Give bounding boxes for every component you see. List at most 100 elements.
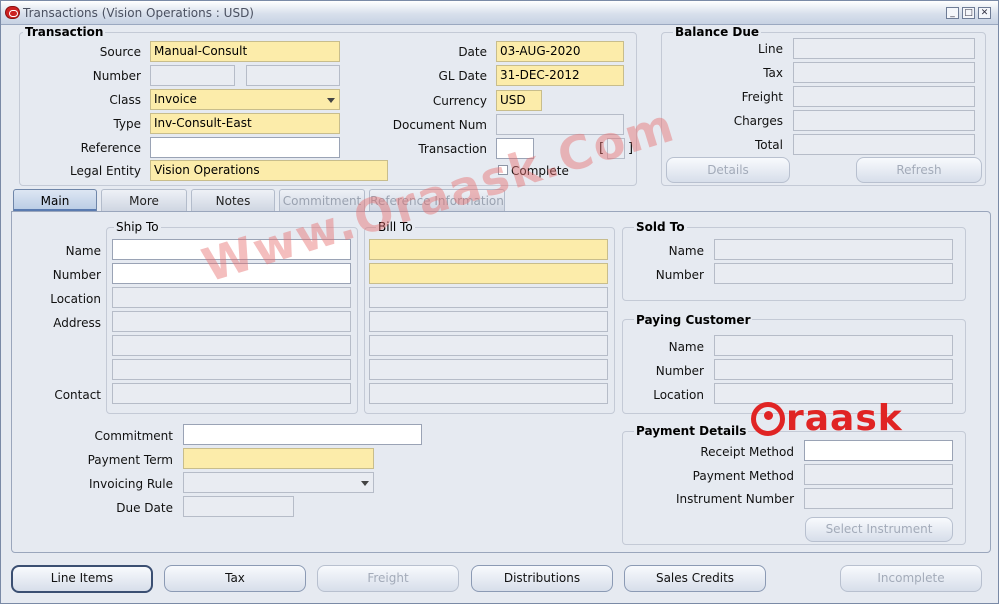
sold-to-number-label: Number: [655, 268, 704, 282]
invoicing-rule-label: Invoicing Rule: [88, 477, 173, 491]
chevron-down-icon[interactable]: [327, 98, 335, 103]
number-label: Number: [92, 69, 141, 83]
gl-date-label: GL Date: [438, 69, 487, 83]
transaction-section-title: Transaction: [23, 25, 106, 39]
transactions-window: Transactions (Vision Operations : USD) _…: [0, 0, 999, 604]
currency-label: Currency: [432, 94, 487, 108]
balance-line-label: Line: [757, 42, 783, 56]
line-items-button[interactable]: Line Items: [11, 565, 153, 593]
type-label: Type: [113, 117, 141, 131]
source-label: Source: [99, 45, 141, 59]
window-title: Transactions (Vision Operations : USD): [23, 6, 254, 20]
freight-button[interactable]: Freight: [317, 565, 459, 592]
number-extra-field[interactable]: [246, 65, 340, 86]
ship-to-number-label: Number: [52, 268, 101, 282]
select-instrument-button[interactable]: Select Instrument: [805, 517, 953, 542]
ship-to-address-label: Address: [53, 316, 101, 330]
ship-to-contact-label: Contact: [54, 388, 101, 402]
ship-to-address-line-3: [112, 359, 351, 380]
instrument-number-label: Instrument Number: [675, 492, 794, 506]
due-date-label: Due Date: [116, 501, 173, 515]
class-dropdown[interactable]: Invoice: [150, 89, 340, 110]
payment-method-label: Payment Method: [692, 469, 794, 483]
date-field[interactable]: 03-AUG-2020: [496, 41, 624, 62]
ship-to-address-line-2: [112, 335, 351, 356]
details-button[interactable]: Details: [666, 157, 790, 183]
paying-customer-number-field[interactable]: [714, 359, 953, 380]
source-field[interactable]: Manual-Consult: [150, 41, 340, 62]
refresh-button[interactable]: Refresh: [856, 157, 982, 183]
ship-to-location-field[interactable]: [112, 287, 351, 308]
incomplete-button[interactable]: Incomplete: [840, 565, 982, 592]
tab-notes[interactable]: Notes: [191, 189, 275, 211]
commitment-field[interactable]: [183, 424, 422, 445]
receipt-method-field[interactable]: [804, 440, 953, 461]
bill-to-name-field[interactable]: [369, 239, 608, 260]
bill-to-address-line-2: [369, 335, 608, 356]
distributions-button[interactable]: Distributions: [471, 565, 613, 592]
balance-due-section-title: Balance Due: [673, 25, 762, 39]
legal-entity-label: Legal Entity: [69, 164, 141, 178]
paying-customer-number-label: Number: [655, 364, 704, 378]
gl-date-field[interactable]: 31-DEC-2012: [496, 65, 624, 86]
class-label: Class: [109, 93, 141, 107]
type-field[interactable]: Inv-Consult-East: [150, 113, 340, 134]
reference-label: Reference: [80, 141, 141, 155]
instrument-number-field[interactable]: [804, 488, 953, 509]
balance-freight-field: [793, 86, 975, 107]
oracle-app-icon: [5, 6, 20, 19]
ship-to-title: Ship To: [114, 220, 161, 234]
chevron-down-icon[interactable]: [361, 481, 369, 486]
bill-to-number-field[interactable]: [369, 263, 608, 284]
due-date-field[interactable]: [183, 496, 294, 517]
bill-to-address-line-3: [369, 359, 608, 380]
balance-total-field: [793, 134, 975, 155]
minimize-icon[interactable]: _: [946, 7, 959, 19]
payment-details-title: Payment Details: [634, 424, 749, 438]
sales-credits-button[interactable]: Sales Credits: [624, 565, 766, 592]
date-label: Date: [458, 45, 487, 59]
balance-freight-label: Freight: [741, 90, 783, 104]
paying-customer-name-field[interactable]: [714, 335, 953, 356]
payment-method-field[interactable]: [804, 464, 953, 485]
class-value: Invoice: [154, 92, 197, 106]
close-icon[interactable]: ✕: [978, 7, 991, 19]
balance-charges-field: [793, 110, 975, 131]
tab-main[interactable]: Main: [13, 189, 97, 211]
tax-button[interactable]: Tax: [164, 565, 306, 592]
tab-more[interactable]: More: [101, 189, 187, 211]
sold-to-name-field[interactable]: [714, 239, 953, 260]
logo-o-icon: [751, 402, 785, 436]
paying-customer-title: Paying Customer: [634, 313, 753, 327]
balance-tax-field: [793, 62, 975, 83]
commitment-label: Commitment: [94, 429, 173, 443]
transaction-label: Transaction: [418, 142, 487, 156]
number-field[interactable]: [150, 65, 235, 86]
maximize-icon[interactable]: □: [962, 7, 975, 19]
balance-tax-label: Tax: [763, 66, 783, 80]
receipt-method-label: Receipt Method: [700, 445, 794, 459]
sold-to-name-label: Name: [668, 244, 704, 258]
bill-to-address-line-1: [369, 311, 608, 332]
sold-to-number-field[interactable]: [714, 263, 953, 284]
ship-to-contact-field[interactable]: [112, 383, 351, 404]
reference-field[interactable]: [150, 137, 340, 158]
ship-to-name-label: Name: [65, 244, 101, 258]
payment-term-label: Payment Term: [87, 453, 173, 467]
payment-term-field[interactable]: [183, 448, 374, 469]
balance-line-field: [793, 38, 975, 59]
invoicing-rule-dropdown[interactable]: [183, 472, 374, 493]
paying-customer-location-label: Location: [653, 388, 704, 402]
logo-text: raask: [786, 398, 903, 439]
ship-to-address-line-1: [112, 311, 351, 332]
bill-to-contact-field[interactable]: [369, 383, 608, 404]
oraask-logo: raask: [751, 399, 903, 439]
legal-entity-field[interactable]: Vision Operations: [150, 160, 388, 181]
ship-to-location-label: Location: [50, 292, 101, 306]
paying-customer-name-label: Name: [668, 340, 704, 354]
currency-field[interactable]: USD: [496, 90, 542, 111]
balance-total-label: Total: [754, 138, 783, 152]
document-num-label: Document Num: [392, 118, 487, 132]
bill-to-location-field[interactable]: [369, 287, 608, 308]
title-bar: Transactions (Vision Operations : USD) _…: [1, 1, 998, 25]
